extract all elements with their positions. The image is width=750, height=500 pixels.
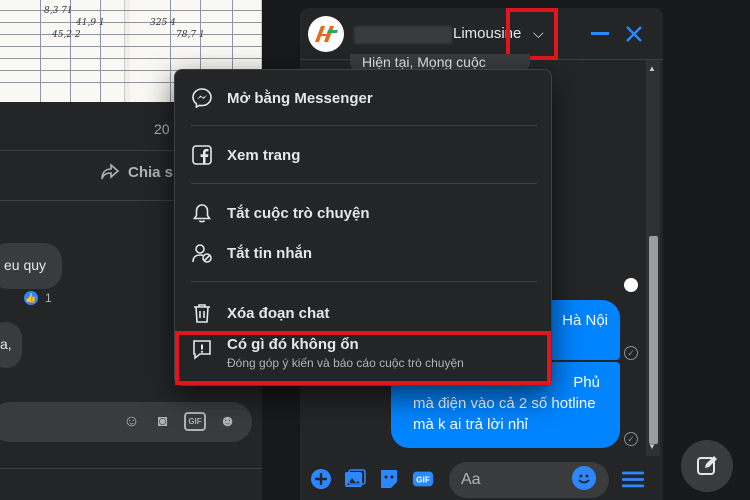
facebook-icon (183, 144, 219, 166)
share-button[interactable]: Chia s (100, 162, 173, 182)
person-block-icon (183, 242, 219, 264)
menu-item-delete-chat[interactable]: Xóa đoạn chat (183, 292, 543, 334)
menu-divider (191, 281, 537, 282)
scroll-up-icon[interactable]: ▲ (648, 64, 656, 73)
smile-icon (578, 474, 590, 484)
screen: 8,3 71 41,9 1 325 4 78,7 1 45,2 2 20 Chi… (0, 0, 750, 500)
comment-bubble: a, (0, 322, 22, 368)
sticker-icon[interactable] (378, 468, 400, 490)
reaction-summary[interactable]: 👍 1 (22, 289, 52, 307)
message-line: mà điện vào cả 2 số hotline (413, 395, 596, 412)
image-icon[interactable] (344, 468, 366, 490)
scrollbar-thumb[interactable] (649, 236, 658, 444)
chat-header: Limousine ⌵ (300, 8, 663, 60)
menu-item-view-page[interactable]: Xem trang (183, 134, 543, 176)
next-post (0, 468, 262, 500)
new-message-button[interactable] (681, 440, 733, 492)
close-button[interactable] (622, 22, 646, 46)
menu-item-label: Xóa đoạn chat (227, 304, 330, 322)
bell-icon (183, 202, 219, 224)
post-timestamp: 20 (154, 121, 170, 137)
logo-icon (315, 26, 338, 42)
menu-item-mute-conversation[interactable]: Tắt cuộc trò chuyện (183, 192, 543, 234)
menu-icon[interactable] (622, 468, 644, 490)
emoji-icon[interactable]: ☺ (122, 412, 141, 431)
highlight-box (506, 8, 558, 60)
sticker-icon[interactable]: ☻ (218, 412, 237, 431)
menu-item-label: Tắt cuộc trò chuyện (227, 204, 370, 222)
message-line: mà k ai trả lời nhỉ (413, 416, 528, 433)
svg-text:GIF: GIF (416, 476, 430, 485)
close-icon (626, 26, 642, 42)
menu-divider (191, 183, 537, 184)
input-placeholder: Aa (461, 471, 481, 488)
minimize-button[interactable] (588, 22, 612, 46)
trash-icon (183, 302, 219, 324)
emoji-button[interactable] (572, 466, 596, 490)
menu-item-label: Tắt tin nhắn (227, 244, 312, 262)
menu-divider (191, 125, 537, 126)
message-text: Hà Nội (562, 312, 608, 329)
menu-item-label: Xem trang (227, 146, 301, 164)
chat-composer: GIF Aa (300, 456, 663, 500)
share-arrow-icon (101, 163, 120, 180)
check-icon: ✓ (624, 432, 638, 446)
menu-item-label: Mở bằng Messenger (227, 89, 373, 107)
camera-icon[interactable]: ◙ (153, 412, 172, 431)
highlight-box (175, 331, 551, 385)
comment-bubble: eu quy (0, 243, 62, 289)
messenger-icon (183, 87, 219, 109)
page-avatar[interactable] (308, 16, 344, 52)
comment-text: a, (0, 336, 12, 352)
comment-text: eu quy (4, 257, 47, 273)
compose-icon (697, 456, 717, 475)
blurred-name (354, 26, 452, 44)
check-icon: ✓ (624, 346, 638, 360)
like-icon: 👍 (22, 289, 40, 307)
reaction-count: 1 (45, 291, 52, 305)
comment-tools: ☺ ◙ GIF ☻ (122, 412, 237, 431)
share-label: Chia s (128, 163, 174, 181)
minimize-icon (591, 32, 609, 35)
scroll-down-icon[interactable]: ▼ (648, 442, 656, 451)
menu-item-mute-messages[interactable]: Tắt tin nhắn (183, 232, 543, 274)
plus-icon[interactable] (310, 468, 332, 490)
gif-icon[interactable]: GIF (412, 468, 434, 490)
menu-item-open-messenger[interactable]: Mở bằng Messenger (183, 77, 543, 119)
gif-icon[interactable]: GIF (184, 412, 206, 431)
seen-avatar (624, 278, 638, 292)
